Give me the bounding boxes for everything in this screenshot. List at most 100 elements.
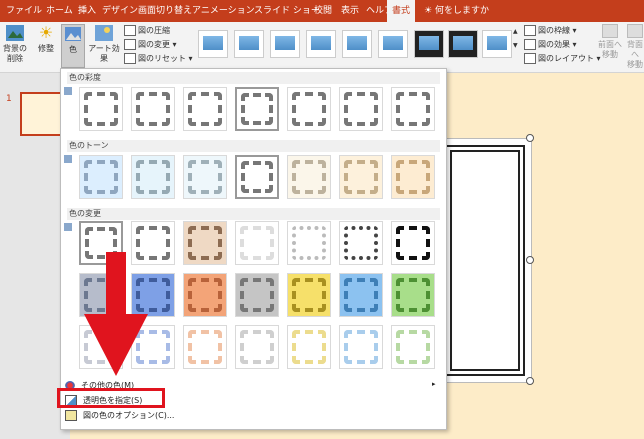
bring-forward-button[interactable]: 前面へ 移動 [598, 24, 622, 60]
color-options-icon [65, 410, 77, 421]
picture-style-4[interactable] [306, 30, 336, 58]
recolor-swatch-12[interactable] [287, 273, 331, 317]
picture-color-options-label: 図の色のオプション(C)... [83, 411, 175, 420]
gallery-scroll-up[interactable]: ▲ [513, 28, 518, 35]
tone-swatch-5[interactable] [287, 155, 331, 199]
change-picture-button[interactable]: 図の変更 ▾ [124, 39, 177, 50]
recolor-swatch-4[interactable] [235, 221, 279, 265]
picture-effects-button[interactable]: 図の効果 ▾ [524, 39, 577, 50]
tab-insert[interactable]: 挿入 [78, 0, 96, 22]
resize-handle-bottom-right[interactable] [526, 377, 534, 385]
recolor-swatch-20[interactable] [339, 325, 383, 369]
compress-label: 図の圧縮 [138, 26, 170, 35]
picture-style-5[interactable] [342, 30, 372, 58]
recolor-swatch-10[interactable] [183, 273, 227, 317]
tell-me-search[interactable]: ☀ 何をしますか [424, 0, 489, 22]
resize-handle-right[interactable] [526, 256, 534, 264]
send-backward-icon [627, 24, 643, 38]
send-backward-button[interactable]: 背面へ 移動 [624, 24, 644, 70]
tab-design[interactable]: デザイン [102, 0, 138, 22]
corrections-button[interactable]: ☀ 修整 [32, 24, 60, 54]
change-picture-icon [124, 39, 136, 50]
remove-background-button[interactable]: 背景の 削除 [2, 24, 28, 64]
recolor-swatch-17[interactable] [183, 325, 227, 369]
picture-style-3[interactable] [270, 30, 300, 58]
effects-label: 図の効果 [538, 40, 570, 49]
red-arrow-head [84, 314, 148, 376]
reset-picture-button[interactable]: 図のリセット ▾ [124, 53, 193, 64]
picture-layout-button[interactable]: 図のレイアウト ▾ [524, 53, 601, 64]
change-picture-label: 図の変更 [138, 40, 170, 49]
tab-transitions[interactable]: 画面切り替え [138, 0, 192, 22]
layout-icon [524, 53, 536, 64]
recolor-swatch-18[interactable] [235, 325, 279, 369]
highlight-box [57, 388, 165, 408]
sun-icon: ☀ [38, 23, 54, 42]
picture-style-6[interactable] [378, 30, 408, 58]
tone-swatch-1[interactable] [79, 155, 123, 199]
picture-color-options-item[interactable]: 図の色のオプション(C)... [65, 410, 174, 421]
saturation-swatch-1[interactable] [79, 87, 123, 131]
tab-animations[interactable]: アニメーション [192, 0, 255, 22]
tab-file[interactable]: ファイル [6, 0, 42, 22]
recolor-swatch-7[interactable] [391, 221, 435, 265]
resize-handle-top-right[interactable] [526, 134, 534, 142]
tab-format[interactable]: 書式 [387, 0, 416, 22]
recolor-swatch-19[interactable] [287, 325, 331, 369]
submenu-arrow-icon: ▸ [432, 380, 436, 388]
tell-me-label: 何をしますか [434, 6, 489, 16]
tone-swatch-7[interactable] [391, 155, 435, 199]
saturation-swatch-5[interactable] [287, 87, 331, 131]
picture-style-8[interactable] [448, 30, 478, 58]
tone-side-icon [64, 155, 72, 163]
border-icon [524, 25, 536, 36]
ornament-border [445, 145, 525, 376]
recolor-swatch-6[interactable] [339, 221, 383, 265]
layout-label: 図のレイアウト [538, 54, 594, 63]
recolor-swatch-11[interactable] [235, 273, 279, 317]
recolor-section-title: 色の変更 [67, 208, 440, 220]
recolor-swatch-9[interactable] [131, 273, 175, 317]
tone-swatch-3[interactable] [183, 155, 227, 199]
tab-view[interactable]: 表示 [341, 0, 359, 22]
bring-forward-label: 前面へ 移動 [598, 40, 622, 59]
remove-background-label: 背景の 削除 [3, 44, 27, 63]
recolor-swatch-5[interactable] [287, 221, 331, 265]
saturation-swatch-4[interactable] [235, 87, 279, 131]
saturation-swatch-6[interactable] [339, 87, 383, 131]
picture-style-2[interactable] [234, 30, 264, 58]
lightbulb-icon: ☀ [424, 6, 433, 16]
send-backward-label: 背面へ 移動 [627, 40, 643, 69]
ribbon: 背景の 削除 ☀ 修整 色 アート効果 図の圧縮 図の変更 ▾ 図のリセット ▾… [0, 22, 644, 73]
picture-style-7[interactable] [414, 30, 444, 58]
recolor-swatch-21[interactable] [391, 325, 435, 369]
saturation-swatch-2[interactable] [131, 87, 175, 131]
recolor-swatch-2[interactable] [131, 221, 175, 265]
picture-border-button[interactable]: 図の枠線 ▾ [524, 25, 577, 36]
saturation-swatch-7[interactable] [391, 87, 435, 131]
recolor-swatch-13[interactable] [339, 273, 383, 317]
saturation-swatch-3[interactable] [183, 87, 227, 131]
picture-style-1[interactable] [198, 30, 228, 58]
saturation-section-title: 色の彩度 [67, 72, 440, 84]
bring-forward-icon [602, 24, 618, 38]
tone-swatch-4[interactable] [235, 155, 279, 199]
recolor-swatch-3[interactable] [183, 221, 227, 265]
artistic-effects-button[interactable]: アート効果 [86, 24, 122, 64]
recolor-swatch-14[interactable] [391, 273, 435, 317]
ornamental-frame-picture[interactable] [438, 138, 532, 383]
tab-slideshow[interactable]: スライド ショー [254, 0, 320, 22]
ribbon-tab-bar: ファイル ホーム 挿入 デザイン 画面切り替え アニメーション スライド ショー… [0, 0, 644, 22]
picture-style-9[interactable] [482, 30, 512, 58]
gallery-scroll-down[interactable]: ▼ [513, 42, 518, 49]
tone-swatch-6[interactable] [339, 155, 383, 199]
recolor-side-icon [64, 223, 72, 231]
tab-review[interactable]: 校閲 [314, 0, 332, 22]
compress-icon [124, 25, 136, 36]
compress-pictures-button[interactable]: 図の圧縮 [124, 25, 170, 36]
tab-home[interactable]: ホーム [46, 0, 73, 22]
color-label: 色 [69, 45, 77, 54]
tone-swatch-2[interactable] [131, 155, 175, 199]
color-button[interactable]: 色 [61, 24, 85, 68]
effects-icon [524, 39, 536, 50]
